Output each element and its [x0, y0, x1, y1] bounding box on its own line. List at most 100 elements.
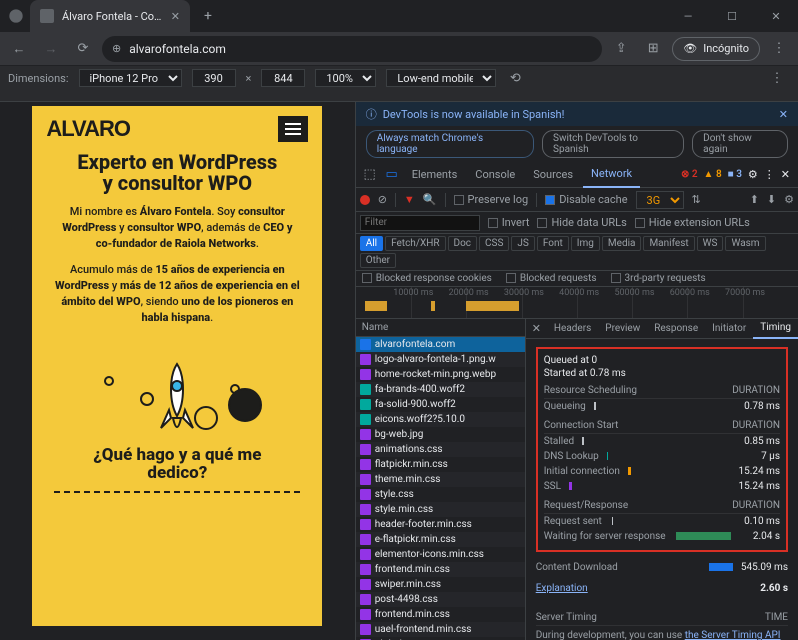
request-row[interactable]: style.css: [356, 487, 525, 502]
height-input[interactable]: [261, 69, 305, 87]
request-row[interactable]: header-footer.min.css: [356, 517, 525, 532]
tab-network[interactable]: Network: [583, 162, 640, 188]
request-row[interactable]: uael-frontend.min.css: [356, 622, 525, 637]
devtools-menu-icon[interactable]: ⋮: [764, 168, 775, 181]
download-icon[interactable]: ⬇: [767, 193, 776, 206]
name-column-header[interactable]: Name: [356, 319, 525, 337]
filter-tag-doc[interactable]: Doc: [448, 236, 478, 251]
request-row[interactable]: style.min.css: [356, 502, 525, 517]
width-input[interactable]: [192, 69, 236, 87]
record-icon[interactable]: [360, 195, 370, 205]
filter-icon[interactable]: ▼: [404, 193, 415, 206]
blocked-requests-checkbox[interactable]: Blocked requests: [506, 273, 597, 284]
wifi-icon[interactable]: ⇅: [692, 193, 701, 206]
rtab-timing[interactable]: Timing: [753, 319, 798, 339]
request-row[interactable]: flatpickr.min.css: [356, 457, 525, 472]
request-row[interactable]: e-flatpickr.min.css: [356, 532, 525, 547]
new-tab-button[interactable]: +: [196, 4, 220, 28]
hide-ext-urls-checkbox[interactable]: Hide extension URLs: [635, 216, 750, 229]
network-settings-icon[interactable]: ⚙: [784, 193, 794, 206]
invert-checkbox[interactable]: Invert: [488, 216, 530, 229]
preserve-log-checkbox[interactable]: Preserve log: [454, 193, 529, 206]
hamburger-button[interactable]: [278, 116, 308, 142]
filter-tag-wasm[interactable]: Wasm: [725, 236, 765, 251]
throttling-select[interactable]: 3G: [636, 191, 684, 209]
request-name: fa-solid-900.woff2: [375, 399, 456, 410]
back-icon[interactable]: ←: [6, 36, 32, 62]
url-input[interactable]: [129, 42, 592, 56]
blocked-cookies-checkbox[interactable]: Blocked response cookies: [362, 273, 492, 284]
filter-tag-fetchxhr[interactable]: Fetch/XHR: [385, 236, 445, 251]
css-icon: [360, 609, 371, 620]
request-row[interactable]: frontend.min.css: [356, 562, 525, 577]
search-icon[interactable]: 🔍: [423, 193, 437, 206]
close-devtools-icon[interactable]: ✕: [781, 168, 790, 181]
chip-switch-lang[interactable]: Switch DevTools to Spanish: [542, 130, 684, 158]
close-icon[interactable]: ✕: [754, 0, 798, 32]
address-bar[interactable]: ⊕: [102, 36, 602, 62]
filter-tag-all[interactable]: All: [360, 236, 383, 251]
filter-tag-other[interactable]: Other: [360, 253, 396, 268]
disable-cache-checkbox[interactable]: Disable cache: [545, 193, 627, 206]
reload-icon[interactable]: ⟳: [70, 36, 96, 62]
error-count[interactable]: ⊗ 2: [681, 169, 698, 180]
info-count[interactable]: ■ 3: [728, 169, 742, 180]
device-menu-icon[interactable]: ⋮: [764, 65, 790, 91]
request-row[interactable]: fa-brands-400.woff2: [356, 382, 525, 397]
request-row[interactable]: swiper.min.css: [356, 577, 525, 592]
rtab-preview[interactable]: Preview: [598, 319, 647, 339]
zoom-select[interactable]: 100%: [315, 69, 376, 87]
filter-tag-css[interactable]: CSS: [479, 236, 509, 251]
maximize-icon[interactable]: ☐: [710, 0, 754, 32]
settings-icon[interactable]: ⚙: [748, 168, 758, 181]
network-timeline[interactable]: 10000 ms20000 ms30000 ms40000 ms50000 ms…: [356, 287, 798, 319]
tab-elements[interactable]: Elements: [404, 162, 466, 188]
close-info-icon[interactable]: ✕: [779, 108, 788, 121]
clear-icon[interactable]: ⊘: [378, 193, 387, 206]
explanation-link[interactable]: Explanation: [536, 583, 588, 594]
server-timing-link[interactable]: the Server Timing API: [685, 630, 781, 640]
minimize-icon[interactable]: —: [666, 0, 710, 32]
share-icon[interactable]: ⇪: [608, 36, 634, 62]
device-toggle-icon[interactable]: ▭: [382, 162, 402, 188]
warning-count[interactable]: ▲ 8: [704, 169, 722, 180]
filter-tag-js[interactable]: JS: [511, 236, 534, 251]
rotate-icon[interactable]: ⟲: [506, 65, 524, 91]
chip-always-match[interactable]: Always match Chrome's language: [366, 130, 534, 158]
forward-icon[interactable]: →: [38, 36, 64, 62]
filter-tag-manifest[interactable]: Manifest: [643, 236, 694, 251]
request-row[interactable]: elementor-icons.min.css: [356, 547, 525, 562]
request-row[interactable]: home-rocket-min.png.webp: [356, 367, 525, 382]
filter-tag-img[interactable]: Img: [571, 236, 600, 251]
request-row[interactable]: bg-web.jpg: [356, 427, 525, 442]
rtab-response[interactable]: Response: [647, 319, 705, 339]
third-party-checkbox[interactable]: 3rd-party requests: [611, 273, 706, 284]
request-row[interactable]: alvarofontela.com: [356, 337, 525, 352]
request-row[interactable]: theme.min.css: [356, 472, 525, 487]
menu-icon[interactable]: ⋮: [766, 36, 792, 62]
chip-dont-show[interactable]: Don't show again: [692, 130, 788, 158]
close-tab-icon[interactable]: ✕: [171, 10, 180, 23]
filter-tag-font[interactable]: Font: [537, 236, 569, 251]
request-row[interactable]: logo-alvaro-fontela-1.png.w: [356, 352, 525, 367]
extensions-icon[interactable]: ⊞: [640, 36, 666, 62]
close-detail-icon[interactable]: ✕: [526, 322, 547, 335]
throttle-select[interactable]: Low-end mobile: [386, 69, 496, 87]
tab-sources[interactable]: Sources: [525, 162, 581, 188]
filter-tag-ws[interactable]: WS: [697, 236, 724, 251]
browser-tab[interactable]: Álvaro Fontela - Consultor Wor ✕: [30, 0, 190, 32]
inspect-icon[interactable]: ⬚: [360, 162, 380, 188]
device-select[interactable]: iPhone 12 Pro: [79, 69, 182, 87]
request-row[interactable]: frontend.min.css: [356, 607, 525, 622]
filter-input[interactable]: [360, 215, 480, 231]
filter-tag-media[interactable]: Media: [602, 236, 642, 251]
upload-icon[interactable]: ⬆: [750, 193, 759, 206]
rtab-initiator[interactable]: Initiator: [705, 319, 753, 339]
request-row[interactable]: eicons.woff2?5.10.0: [356, 412, 525, 427]
tab-console[interactable]: Console: [467, 162, 523, 188]
rtab-headers[interactable]: Headers: [547, 319, 598, 339]
hide-data-urls-checkbox[interactable]: Hide data URLs: [537, 216, 626, 229]
request-row[interactable]: post-4498.css: [356, 592, 525, 607]
request-row[interactable]: fa-solid-900.woff2: [356, 397, 525, 412]
request-row[interactable]: animations.css: [356, 442, 525, 457]
